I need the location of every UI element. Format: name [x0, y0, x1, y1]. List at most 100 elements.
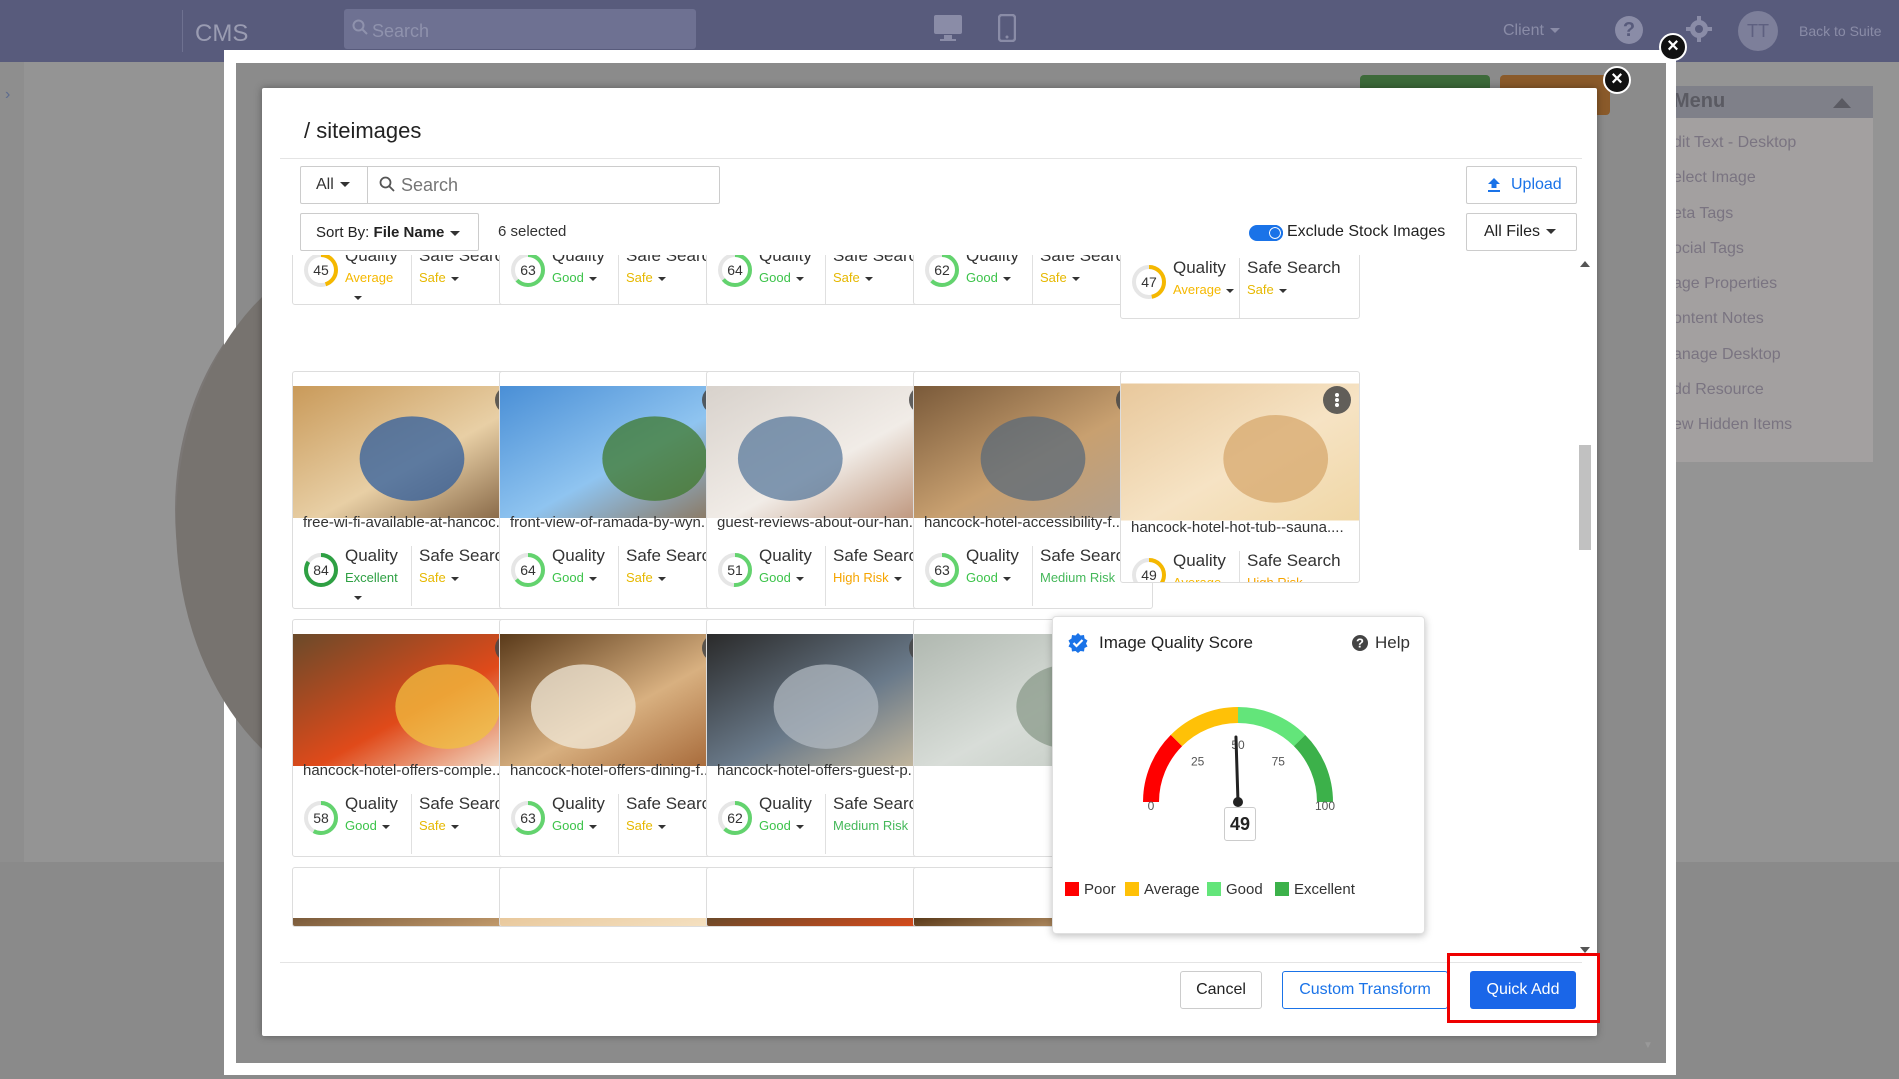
quality-score-ring[interactable]: 62 — [924, 255, 960, 288]
image-card[interactable]: 63 Quality Good Safe Search Safe — [499, 255, 739, 305]
image-file-name[interactable]: hancock-hotel-offers-dining-f... — [510, 762, 730, 779]
help-link[interactable]: ? Help — [1351, 633, 1410, 653]
side-menu-item[interactable]: anage Desktop — [1655, 340, 1873, 375]
image-thumbnail[interactable] — [293, 868, 531, 927]
side-menu-item[interactable]: dit Text - Desktop — [1655, 128, 1873, 163]
side-menu-item[interactable]: elect Image — [1655, 163, 1873, 198]
more-options-icon[interactable] — [1323, 386, 1351, 414]
image-file-name[interactable]: guest-reviews-about-our-han... — [717, 514, 937, 531]
image-card[interactable]: hancock-hotel-offers-comple... 58 Quality G… — [292, 619, 532, 857]
safe-search-dropdown[interactable]: High Risk — [833, 570, 902, 585]
side-menu-item[interactable]: dd Resource — [1655, 375, 1873, 410]
quality-dropdown[interactable]: Good — [966, 570, 1011, 585]
exclude-stock-toggle[interactable] — [1249, 225, 1283, 241]
quality-dropdown[interactable]: Good — [966, 270, 1011, 285]
outer-scroll-arrow[interactable]: ▼ — [1643, 1040, 1653, 1054]
quality-dropdown[interactable]: Good — [759, 570, 804, 585]
image-file-name[interactable]: free-wi-fi-available-at-hancoc... — [303, 514, 523, 531]
image-card[interactable]: front-view-of-ramada-by-wyn... 64 Quality G… — [499, 371, 739, 609]
image-card[interactable]: hancock-hotel-accessibility-f... 63 Qualit… — [913, 371, 1153, 609]
scrollbar-thumb[interactable] — [1579, 445, 1591, 550]
gear-icon[interactable] — [1684, 14, 1714, 44]
back-to-suite-link[interactable]: Back to Suite — [1799, 23, 1882, 39]
quality-dropdown[interactable]: Good — [345, 818, 390, 833]
help-icon[interactable]: ? — [1615, 16, 1643, 44]
image-card[interactable]: guest-reviews-about-our-han... 51 Quality G… — [706, 371, 946, 609]
safe-search-dropdown[interactable]: High Risk — [1247, 575, 1316, 582]
image-card[interactable]: hancock-hotel-offers-guest-p... 62 Quality… — [706, 619, 946, 857]
close-outer-modal-button[interactable]: × — [1659, 33, 1687, 61]
image-file-name[interactable]: hancock-hotel-offers-comple... — [303, 762, 523, 779]
image-card[interactable]: 47 Quality Average Safe Search Safe — [1120, 255, 1360, 319]
side-menu-item[interactable]: eta Tags — [1655, 199, 1873, 234]
quality-score-ring[interactable]: 62 — [717, 800, 753, 836]
quality-dropdown[interactable]: Good — [552, 818, 597, 833]
global-search-input[interactable]: Search — [344, 9, 696, 49]
image-thumbnail[interactable] — [707, 868, 945, 927]
quality-dropdown[interactable]: Good — [759, 818, 804, 833]
image-file-name[interactable]: front-view-of-ramada-by-wyn... — [510, 514, 730, 531]
client-dropdown[interactable]: Client — [1503, 22, 1560, 40]
image-card[interactable]: hancock-hotel-offers-dining-f... 63 Qualit… — [499, 619, 739, 857]
chevron-right-icon[interactable]: › — [5, 86, 10, 104]
quality-score-ring[interactable]: 45 — [303, 255, 339, 288]
chevron-down-icon[interactable] — [354, 296, 362, 300]
quality-dropdown[interactable]: Good — [759, 270, 804, 285]
safe-search-dropdown[interactable]: Safe — [419, 818, 459, 833]
scroll-up-icon[interactable] — [1580, 261, 1590, 267]
safe-search-dropdown[interactable]: Safe — [1247, 282, 1287, 297]
quality-score-ring[interactable]: 63 — [510, 255, 546, 288]
quality-score-ring[interactable]: 64 — [510, 552, 546, 588]
image-card[interactable]: 62 Quality Good Safe Search Safe — [913, 255, 1153, 305]
image-file-name[interactable]: hancock-hotel-offers-guest-p... — [717, 762, 937, 779]
quality-score-ring[interactable]: 84 — [303, 552, 339, 588]
avatar[interactable]: TT — [1738, 11, 1778, 51]
side-menu-item[interactable]: age Properties — [1655, 269, 1873, 304]
safe-search-dropdown[interactable]: Safe — [626, 818, 666, 833]
side-menu-item[interactable]: ocial Tags — [1655, 234, 1873, 269]
image-card[interactable]: 45 Quality Average Safe Search Safe — [292, 255, 532, 305]
safe-search-dropdown[interactable]: Safe — [419, 570, 459, 585]
file-type-dropdown[interactable]: All Files — [1466, 213, 1577, 251]
image-card[interactable]: hancock-hotel-hot-tub--sauna.... 49 Qualit… — [1120, 371, 1360, 583]
image-thumbnail[interactable] — [500, 868, 738, 927]
image-card[interactable]: free-wi-fi-available-at-hancoc... 84 Quali… — [292, 371, 532, 609]
image-card[interactable] — [499, 867, 739, 927]
mobile-view-icon[interactable] — [998, 14, 1016, 42]
image-card[interactable] — [706, 867, 946, 927]
safe-search-dropdown[interactable]: Safe — [833, 270, 873, 285]
close-dialog-button[interactable]: × — [1603, 66, 1631, 94]
quality-dropdown[interactable]: Good — [552, 570, 597, 585]
quality-score-ring[interactable]: 63 — [924, 552, 960, 588]
sort-dropdown[interactable]: Sort By: File Name — [300, 213, 479, 251]
side-menu-item[interactable]: ew Hidden Items — [1655, 410, 1873, 445]
safe-search-dropdown[interactable]: Safe — [626, 570, 666, 585]
image-card[interactable]: 64 Quality Good Safe Search Safe — [706, 255, 946, 305]
quality-score-ring[interactable]: 49 — [1131, 557, 1167, 582]
upload-button[interactable]: Upload — [1466, 166, 1577, 204]
quality-dropdown[interactable]: Average — [345, 270, 393, 285]
cancel-button[interactable]: Cancel — [1180, 971, 1262, 1009]
quality-score-ring[interactable]: 58 — [303, 800, 339, 836]
quality-dropdown[interactable]: Excellent — [345, 570, 398, 585]
image-card[interactable] — [292, 867, 532, 927]
safe-search-dropdown[interactable]: Safe — [626, 270, 666, 285]
quality-dropdown[interactable]: Good — [552, 270, 597, 285]
safe-search-dropdown[interactable]: Medium Risk — [833, 818, 922, 833]
chevron-down-icon[interactable] — [354, 596, 362, 600]
quality-score-ring[interactable]: 63 — [510, 800, 546, 836]
grid-scrollbar[interactable] — [1577, 255, 1593, 961]
side-menu-item[interactable]: ontent Notes — [1655, 304, 1873, 339]
side-menu-header[interactable]: Menu — [1655, 86, 1873, 118]
quality-score-ring[interactable]: 47 — [1131, 264, 1167, 300]
custom-transform-button[interactable]: Custom Transform — [1282, 971, 1448, 1009]
quality-score-ring[interactable]: 51 — [717, 552, 753, 588]
filter-type-dropdown[interactable]: All — [301, 167, 368, 203]
desktop-view-icon[interactable] — [933, 14, 963, 42]
quality-score-ring[interactable]: 64 — [717, 255, 753, 288]
quality-dropdown[interactable]: Average — [1173, 282, 1235, 297]
image-file-name[interactable]: hancock-hotel-accessibility-f... — [924, 514, 1144, 531]
safe-search-dropdown[interactable]: Safe — [419, 270, 459, 285]
safe-search-dropdown[interactable]: Medium Risk — [1040, 570, 1129, 585]
image-file-name[interactable]: hancock-hotel-hot-tub--sauna.... — [1131, 519, 1351, 536]
